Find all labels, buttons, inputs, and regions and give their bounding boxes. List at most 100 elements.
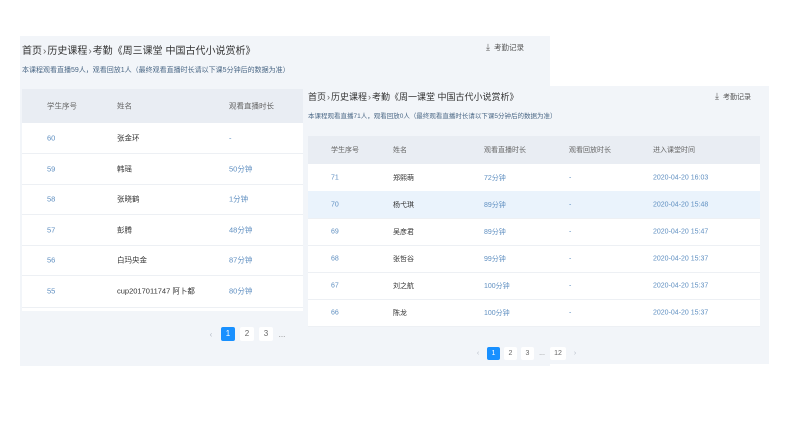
live-duration: 48分钟	[229, 225, 253, 234]
enter-time: 2020-04-20 15:47	[653, 228, 709, 235]
page-2-button[interactable]: 2	[504, 347, 517, 360]
column-header-live-duration: 观看直播时长	[484, 147, 526, 154]
attendance-table: 学生序号 姓名 观看直播时长 观看回放时长 进入课堂时间 71 郑熙萌 72分钟…	[308, 136, 760, 327]
column-header-enter-time: 进入课堂时间	[653, 147, 695, 154]
download-icon: ⤓	[715, 91, 719, 101]
student-name: 郑熙萌	[393, 174, 414, 182]
column-header-name: 姓名	[117, 101, 132, 111]
breadcrumb-separator: ›	[43, 46, 47, 57]
table-row: 55 cup2017011747 阿卜都 80分钟	[22, 275, 312, 308]
table-row: 66 陈龙 100分钟 - 2020-04-20 15:37	[308, 299, 760, 327]
student-name: 张晓鹤	[117, 194, 140, 204]
live-duration: 72分钟	[484, 174, 506, 182]
student-id: 59	[47, 164, 56, 173]
live-duration: 89分钟	[484, 228, 506, 236]
attendance-record-link[interactable]: ⤓ 考勤记录	[715, 91, 751, 102]
attendance-panel-front: 首页›历史课程›考勤《周一课堂 中国古代小说赏析》 ⤓ 考勤记录 本课程观看直播…	[303, 86, 769, 364]
pagination-ellipsis: ...	[539, 350, 545, 357]
replay-duration: -	[569, 174, 572, 181]
attendance-summary: 本课程观看直播59人，观看回放1人（最终观看直播时长请以下课5分钟后的数据为准）	[22, 67, 290, 74]
live-duration: -	[229, 133, 232, 143]
column-header-id: 学生序号	[331, 147, 359, 154]
attendance-record-label: 考勤记录	[722, 93, 751, 101]
live-duration: 99分钟	[484, 255, 506, 263]
student-name: 刘之航	[393, 282, 414, 290]
student-id: 56	[47, 255, 56, 265]
table-row: 67 刘之航 100分钟 - 2020-04-20 15:37	[308, 272, 760, 300]
table-row: 56 白玛央金 87分钟	[22, 245, 312, 276]
attendance-record-label: 考勤记录	[493, 43, 524, 52]
student-name: 韩瑶	[117, 164, 132, 173]
table-row: 59 韩瑶 50分钟	[22, 153, 312, 185]
table-row: 71 郑熙萌 72分钟 - 2020-04-20 16:03	[308, 164, 760, 192]
live-duration: 1分钟	[229, 194, 249, 204]
pagination-ellipsis: ...	[278, 329, 286, 339]
student-id: 55	[47, 286, 56, 296]
replay-duration: -	[569, 282, 572, 289]
breadcrumb-current: 考勤《周一课堂 中国古代小说赏析》	[372, 92, 519, 102]
attendance-record-link[interactable]: ⤓ 考勤记录	[486, 42, 524, 53]
page-1-button[interactable]: 1	[487, 347, 500, 360]
replay-duration: -	[569, 255, 572, 262]
breadcrumb: 首页›历史课程›考勤《周三课堂 中国古代小说赏析》	[22, 42, 255, 57]
column-header-live-duration: 观看直播时长	[229, 101, 274, 111]
live-duration: 80分钟	[229, 286, 253, 296]
student-name: 张金环	[117, 133, 140, 143]
page-2-button[interactable]: 2	[240, 327, 254, 341]
student-name: 张哲谷	[393, 255, 414, 263]
page-1-button[interactable]: 1	[221, 327, 235, 341]
student-id: 60	[47, 133, 56, 143]
table-row: 60 张金环 -	[22, 123, 312, 154]
enter-time: 2020-04-20 15:37	[653, 282, 709, 289]
student-id: 70	[331, 201, 339, 208]
table-row: 69 吴彦君 89分钟 - 2020-04-20 15:47	[308, 218, 760, 246]
student-name: 杨弋琪	[393, 201, 414, 209]
breadcrumb-history[interactable]: 历史课程	[47, 46, 87, 57]
pagination: ‹ 1 2 3 ... 12 ›	[473, 347, 580, 360]
live-duration: 50分钟	[229, 164, 253, 173]
enter-time: 2020-04-20 15:37	[653, 309, 709, 316]
replay-duration: -	[569, 228, 572, 235]
student-id: 57	[47, 225, 56, 234]
prev-page-button[interactable]: ‹	[206, 330, 216, 339]
live-duration: 89分钟	[484, 201, 506, 209]
student-id: 71	[331, 174, 339, 181]
student-name: 彭腾	[117, 225, 132, 234]
breadcrumb-current: 考勤《周三课堂 中国古代小说赏析》	[92, 46, 256, 57]
page-3-button[interactable]: 3	[521, 347, 534, 360]
table-header: 学生序号 姓名 观看直播时长	[22, 89, 312, 123]
breadcrumb-separator: ›	[88, 46, 92, 57]
live-duration: 100分钟	[484, 309, 510, 317]
page-last-button[interactable]: 12	[550, 347, 566, 360]
download-icon: ⤓	[486, 42, 490, 52]
column-header-id: 学生序号	[47, 101, 77, 111]
breadcrumb-separator: ›	[327, 92, 331, 102]
student-id: 69	[331, 228, 339, 235]
prev-page-button[interactable]: ‹	[473, 350, 483, 357]
table-header: 学生序号 姓名 观看直播时长 观看回放时长 进入课堂时间	[308, 136, 760, 164]
breadcrumb-home[interactable]: 首页	[22, 46, 42, 57]
pagination: ‹ 1 2 3 ...	[206, 327, 286, 341]
table-row: 57 彭腾 48分钟	[22, 214, 312, 246]
breadcrumb-separator: ›	[368, 92, 372, 102]
table-row: 58 张晓鹤 1分钟	[22, 184, 312, 215]
attendance-summary: 本课程观看直播71人，观看回放0人（最终观看直播时长请以下课5分钟后的数据为准）	[308, 113, 557, 120]
column-header-replay-duration: 观看回放时长	[569, 147, 611, 154]
enter-time: 2020-04-20 15:48	[653, 201, 709, 208]
breadcrumb-history[interactable]: 历史课程	[331, 92, 367, 102]
column-header-name: 姓名	[393, 147, 407, 154]
table-row: 70 杨弋琪 89分钟 - 2020-04-20 15:48	[308, 191, 760, 219]
replay-duration: -	[569, 309, 572, 316]
page-3-button[interactable]: 3	[259, 327, 273, 341]
student-name: 吴彦君	[393, 228, 414, 236]
next-page-button[interactable]: ›	[570, 350, 580, 357]
student-id: 68	[331, 255, 339, 262]
replay-duration: -	[569, 201, 572, 208]
student-id: 58	[47, 194, 56, 204]
enter-time: 2020-04-20 15:37	[653, 255, 709, 262]
enter-time: 2020-04-20 16:03	[653, 174, 709, 181]
breadcrumb-home[interactable]: 首页	[308, 92, 326, 102]
student-name: 白玛央金	[117, 255, 147, 265]
live-duration: 87分钟	[229, 255, 253, 265]
breadcrumb: 首页›历史课程›考勤《周一课堂 中国古代小说赏析》	[308, 90, 519, 103]
